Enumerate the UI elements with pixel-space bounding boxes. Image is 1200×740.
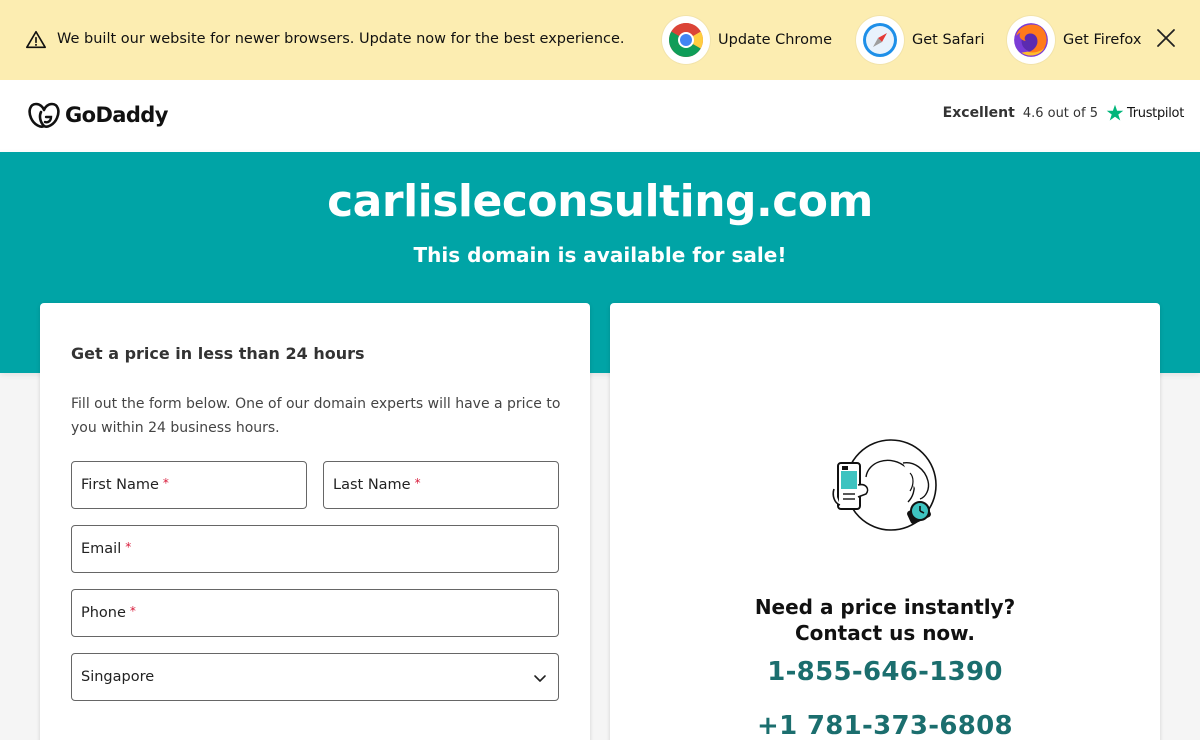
chevron-down-icon (534, 675, 546, 682)
phone-number-tollfree-link[interactable]: 1-855-646-1390 (610, 657, 1160, 687)
browser-update-banner: We built our website for newer browsers.… (0, 0, 1200, 80)
close-icon[interactable] (1155, 27, 1177, 49)
last-name-field[interactable]: Last Name * (323, 461, 559, 509)
get-firefox-label: Get Firefox (1063, 32, 1142, 48)
phone-number-international-link[interactable]: +1 781-373-6808 (610, 711, 1160, 740)
required-mark: * (414, 476, 421, 490)
banner-message: We built our website for newer browsers.… (57, 31, 625, 47)
form-title: Get a price in less than 24 hours (71, 344, 365, 363)
form-description: Fill out the form below. One of our doma… (71, 396, 561, 436)
first-name-field[interactable]: First Name * (71, 461, 307, 509)
trustpilot-brand: Trustpilot (1126, 105, 1184, 121)
last-name-label: Last Name (333, 477, 411, 493)
phone-clock-illustration-icon (832, 439, 937, 531)
warning-icon (26, 30, 46, 49)
instant-price-prompt: Need a price instantly? Contact us now. (610, 594, 1160, 646)
phone-label: Phone (81, 605, 126, 621)
logo-text: GoDaddy (65, 103, 168, 127)
price-request-form-card: Get a price in less than 24 hours Fill o… (40, 303, 590, 740)
rating-score: 4.6 out of 5 (1022, 105, 1098, 121)
trustpilot-star-icon (1106, 104, 1124, 121)
chrome-icon (662, 16, 710, 64)
first-name-label: First Name (81, 477, 159, 493)
domain-name: carlisleconsulting.com (327, 176, 873, 227)
firefox-icon (1007, 16, 1055, 64)
country-selected-value: Singapore (81, 669, 155, 685)
get-safari-link[interactable]: Get Safari (856, 16, 985, 64)
email-label: Email (81, 541, 122, 557)
get-firefox-link[interactable]: Get Firefox (1007, 16, 1141, 64)
email-field[interactable]: Email * (71, 525, 559, 573)
instant-price-line-1: Need a price instantly? (754, 595, 1016, 619)
get-safari-label: Get Safari (912, 32, 985, 48)
godaddy-logo-icon (28, 102, 60, 128)
trustpilot-rating[interactable]: Excellent 4.6 out of 5 Trustpilot (943, 104, 1184, 122)
update-chrome-link[interactable]: Update Chrome (662, 16, 832, 64)
required-mark: * (129, 604, 136, 618)
phone-field[interactable]: Phone * (71, 589, 559, 637)
required-mark: * (162, 476, 169, 490)
update-chrome-label: Update Chrome (718, 32, 832, 48)
godaddy-logo[interactable]: GoDaddy (27, 100, 168, 130)
required-mark: * (125, 540, 132, 554)
hero-subtitle: This domain is available for sale! (413, 243, 787, 267)
safari-icon (856, 16, 904, 64)
contact-card: Need a price instantly? Contact us now. … (610, 303, 1160, 740)
instant-price-line-2: Contact us now. (795, 621, 975, 645)
rating-word: Excellent (942, 105, 1015, 121)
country-select[interactable]: Singapore (71, 653, 559, 701)
